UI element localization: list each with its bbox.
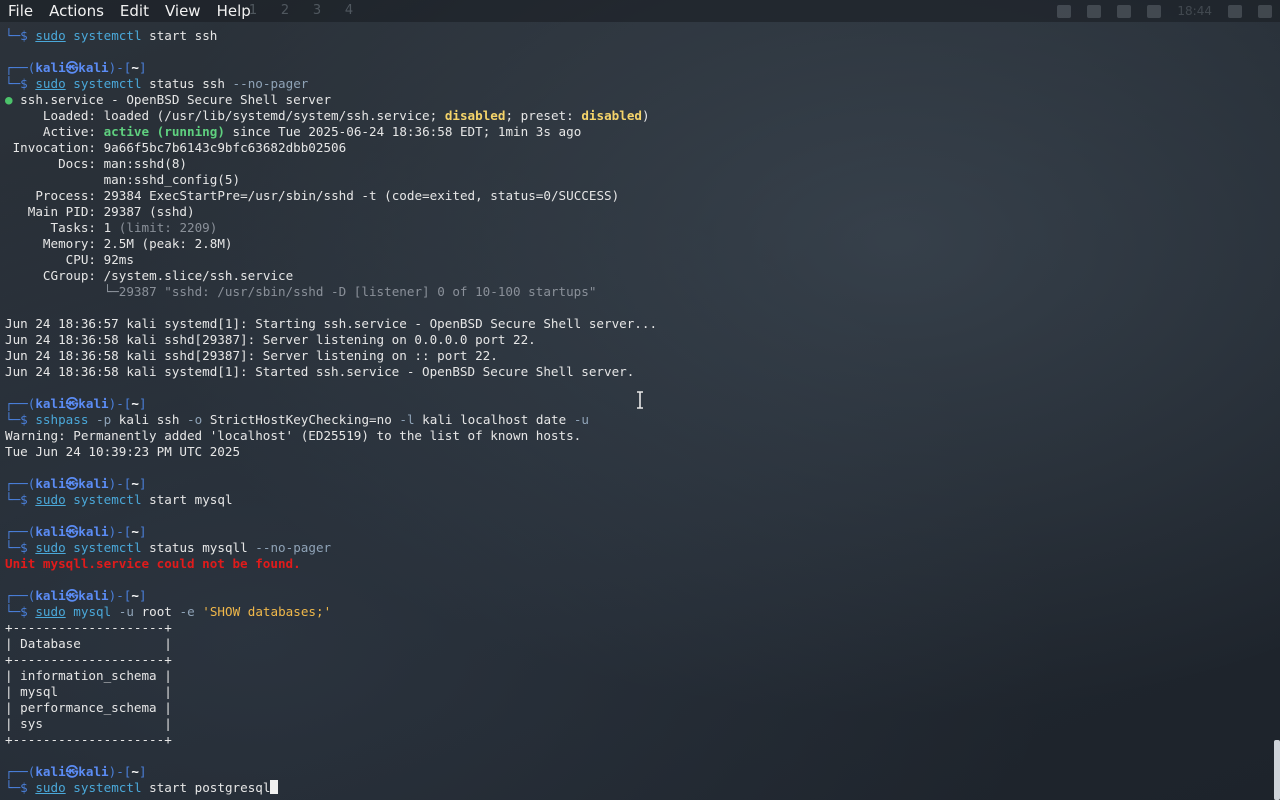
menu-view[interactable]: View (157, 0, 209, 22)
power-icon[interactable] (1147, 4, 1162, 18)
display-icon[interactable] (1057, 4, 1072, 18)
notification-bell-icon[interactable] (1117, 4, 1132, 18)
workspace-4[interactable]: 4 (340, 3, 358, 18)
prompt-line: ┌──(kali㉿kali)-[~] (5, 60, 147, 75)
terminal-line: └─$ sudo systemctl status mysqll --no-pa… (5, 540, 332, 555)
terminal-line: Warning: Permanently added 'localhost' (… (5, 428, 582, 443)
volume-icon[interactable] (1087, 4, 1102, 18)
terminal-input-line[interactable]: └─$ sudo systemctl start postgresql (5, 780, 1267, 796)
terminal-line: └─29387 "sshd: /usr/sbin/sshd -D [listen… (103, 284, 597, 299)
log-line: Jun 24 18:36:58 kali sshd[29387]: Server… (5, 348, 498, 363)
terminal-line: Active: active (running) since Tue 2025-… (42, 124, 582, 139)
prompt-line: ┌──(kali㉿kali)-[~] (5, 588, 147, 603)
terminal-line: CGroup: /system.slice/ssh.service (42, 268, 294, 283)
terminal-line: Process: 29384 ExecStartPre=/usr/sbin/ss… (35, 188, 620, 203)
menu-bar: File Actions Edit View Help (0, 0, 259, 22)
clock[interactable]: 18:44 (1177, 4, 1212, 18)
prompt-line: ┌──(kali㉿kali)-[~] (5, 476, 147, 491)
terminal-line: Memory: 2.5M (peak: 2.8M) (42, 236, 233, 251)
terminal-scrollbar[interactable] (1274, 740, 1280, 800)
terminal-line: Invocation: 9a66f5bc7b6143c9bfc63682dbb0… (12, 140, 347, 155)
menu-actions[interactable]: Actions (41, 0, 112, 22)
table-border: +--------------------+ (5, 732, 172, 747)
terminal-line: └─$ sshpass -p kali ssh -o StrictHostKey… (5, 412, 589, 427)
workspace-2[interactable]: 2 (276, 3, 294, 18)
log-line: Jun 24 18:36:57 kali systemd[1]: Startin… (5, 316, 658, 331)
table-border: +--------------------+ (5, 652, 172, 667)
ibeam-cursor-icon (637, 391, 643, 409)
menu-file[interactable]: File (0, 0, 41, 22)
logout-icon[interactable] (1258, 4, 1272, 18)
terminal-line: └─$ sudo mysql -u root -e 'SHOW database… (5, 604, 332, 619)
terminal-line: └─$ sudo systemctl status ssh --no-pager (5, 76, 309, 91)
table-row: | performance_schema | (5, 700, 172, 715)
system-tray: 18:44 (1057, 4, 1272, 18)
prompt-line: ┌──(kali㉿kali)-[~] (5, 524, 147, 539)
workspace-switcher: 1 2 3 4 (244, 3, 358, 18)
lock-icon[interactable] (1228, 4, 1242, 18)
terminal-line: ● ssh.service - OpenBSD Secure Shell ser… (5, 92, 332, 107)
terminal-line: CPU: 92ms (65, 252, 134, 267)
table-header: | Database | (5, 636, 172, 651)
table-row: | sys | (5, 716, 172, 731)
log-line: Jun 24 18:36:58 kali systemd[1]: Started… (5, 364, 635, 379)
log-line: Jun 24 18:36:58 kali sshd[29387]: Server… (5, 332, 536, 347)
terminal-line: └─$ sudo systemctl start ssh (5, 28, 218, 43)
terminal-line: └─$ sudo systemctl start mysql (5, 492, 233, 507)
prompt-line: ┌──(kali㉿kali)-[~] (5, 764, 147, 779)
table-border: +--------------------+ (5, 620, 172, 635)
workspace-3[interactable]: 3 (308, 3, 326, 18)
text-cursor (270, 780, 279, 794)
table-row: | information_schema | (5, 668, 172, 683)
terminal-output[interactable]: └─$ sudo systemctl start ssh ┌──(kali㉿ka… (5, 27, 1267, 797)
terminal-line: man:sshd_config(5) (103, 172, 241, 187)
terminal-line: Tasks: 1 (limit: 2209) (50, 220, 218, 235)
terminal-line: Loaded: loaded (/usr/lib/systemd/system/… (42, 108, 650, 123)
workspace-1[interactable]: 1 (244, 3, 262, 18)
top-panel: File Actions Edit View Help 1 2 3 4 18:4… (0, 0, 1280, 22)
table-row: | mysql | (5, 684, 172, 699)
terminal-line: Docs: man:sshd(8) (58, 156, 187, 171)
error-line: Unit mysqll.service could not be found. (5, 556, 301, 571)
terminal-line: Main PID: 29387 (sshd) (27, 204, 195, 219)
menu-edit[interactable]: Edit (112, 0, 157, 22)
terminal-line: Tue Jun 24 10:39:23 PM UTC 2025 (5, 444, 241, 459)
